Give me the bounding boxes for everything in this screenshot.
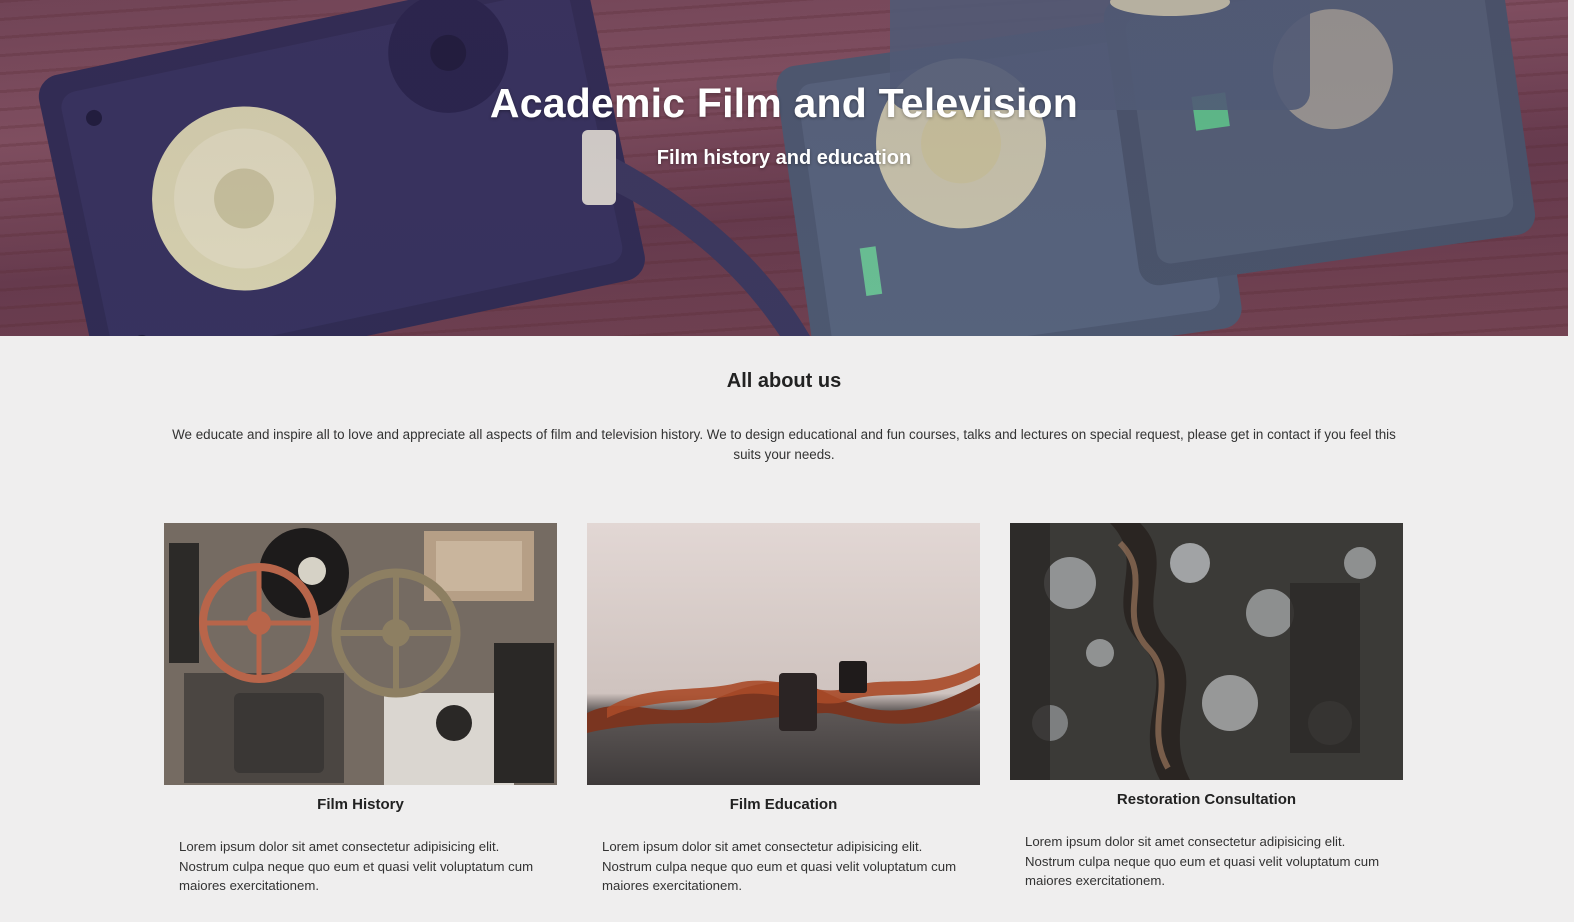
card-title: Film History	[317, 796, 404, 813]
card-description: Lorem ipsum dolor sit amet consectetur a…	[602, 839, 957, 894]
card-description: Lorem ipsum dolor sit amet consectetur a…	[179, 839, 534, 894]
hero-title: Academic Film and Television	[489, 80, 1079, 126]
film-reel-bokeh-image	[1010, 523, 1403, 780]
card-description: Lorem ipsum dolor sit amet consectetur a…	[1025, 834, 1380, 889]
hero-subtitle: Film history and education	[656, 147, 912, 169]
card-title: Film Education	[729, 796, 838, 813]
service-card-film-history: Film History Lorem ipsum dolor sit amet …	[164, 523, 557, 896]
card-title: Restoration Consultation	[1116, 791, 1297, 808]
service-card-restoration-consultation: Restoration Consultation Lorem ipsum dol…	[1010, 523, 1403, 891]
service-card-film-education: Film Education Lorem ipsum dolor sit ame…	[587, 523, 980, 896]
about-description: We educate and inspire all to love and a…	[172, 427, 1396, 462]
about-heading: All about us	[726, 370, 842, 392]
film-projector-image	[164, 523, 557, 785]
hero-banner: Academic Film and Television Film histor…	[0, 0, 1568, 336]
film-strip-image	[587, 523, 980, 785]
